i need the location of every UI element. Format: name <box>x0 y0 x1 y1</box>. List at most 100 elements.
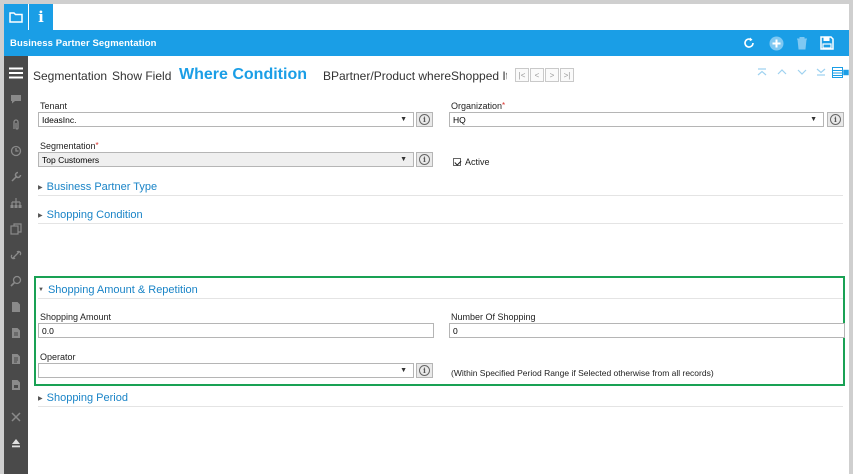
section-shopping-condition[interactable]: ▶ Shopping Condition <box>38 209 143 221</box>
active-label: Active <box>465 157 490 167</box>
folder-icon <box>9 12 23 23</box>
sidebar-report[interactable] <box>4 294 28 320</box>
history-icon <box>10 145 22 157</box>
chat-icon <box>11 95 21 104</box>
window-title: Business Partner Segmentation <box>10 38 157 49</box>
sidebar-link[interactable] <box>4 242 28 268</box>
previous-record-icon[interactable] <box>775 65 789 79</box>
caret-right-icon: ▶ <box>38 184 43 191</box>
app-frame: i Business Partner Segmentation Segmenta… <box>0 0 853 474</box>
archive-icon <box>12 380 20 390</box>
info-icon: i <box>419 365 430 376</box>
operator-info-button[interactable]: i <box>416 363 433 378</box>
required-mark: * <box>95 141 99 150</box>
tab-segmentation[interactable]: Segmentation <box>33 69 107 83</box>
sidebar-menu-button[interactable] <box>4 60 28 86</box>
caret-right-icon: ▶ <box>38 212 43 219</box>
info-icon: i <box>38 8 44 26</box>
sidebar-archive[interactable] <box>4 372 28 398</box>
add-icon[interactable] <box>768 35 784 51</box>
caret-down-icon: ▼ <box>38 287 44 294</box>
sidebar-attachment[interactable] <box>4 112 28 138</box>
shopping-amount-value: 0.0 <box>42 326 54 336</box>
next-record-icon[interactable] <box>795 65 809 79</box>
delete-icon[interactable] <box>794 35 810 51</box>
organization-label: Organization* <box>451 101 506 111</box>
info-icon: i <box>419 154 430 165</box>
info-tab[interactable]: i <box>29 4 53 30</box>
divider <box>38 195 843 196</box>
menu-icon <box>9 67 23 79</box>
sidebar-tree[interactable] <box>4 190 28 216</box>
shopping-amount-label: Shopping Amount <box>40 312 112 322</box>
number-of-shopping-value: 0 <box>453 326 458 336</box>
undo-icon[interactable] <box>741 35 757 51</box>
active-checkbox[interactable]: Active <box>453 157 490 167</box>
divider <box>38 298 843 299</box>
copy-icon <box>10 223 22 235</box>
chevron-down-icon: ▼ <box>810 116 817 123</box>
chevron-down-icon: ▼ <box>400 116 407 123</box>
tab-show-field[interactable]: Show Field <box>112 69 171 83</box>
pager-first-button[interactable]: |< <box>515 68 529 82</box>
operator-label: Operator <box>40 352 76 362</box>
number-of-shopping-label: Number Of Shopping <box>451 312 536 322</box>
pager-last-button[interactable]: >| <box>560 68 574 82</box>
sidebar-zoom[interactable] <box>4 268 28 294</box>
section-business-partner-type[interactable]: ▶ Business Partner Type <box>38 181 157 193</box>
pager-prev-button[interactable]: < <box>530 68 544 82</box>
main-panel: Segmentation Show Field Where Condition … <box>28 56 849 474</box>
window-title-bar: Business Partner Segmentation <box>4 30 849 56</box>
divider <box>38 223 843 224</box>
wrench-icon <box>11 171 22 182</box>
chevron-down-icon: ▼ <box>400 367 407 374</box>
section-shopping-period[interactable]: ▶ Shopping Period <box>38 392 128 404</box>
print-icon <box>12 354 20 364</box>
form-view-icon[interactable] <box>843 65 849 79</box>
first-record-icon[interactable] <box>755 65 769 79</box>
organization-info-button[interactable]: i <box>827 112 844 127</box>
sidebar <box>4 56 28 474</box>
tenant-value: IdeasInc. <box>42 115 77 125</box>
checkbox-checked-icon <box>453 158 461 166</box>
segmentation-label: Segmentation* <box>40 141 99 151</box>
section-shopping-amount-repetition[interactable]: ▼ Shopping Amount & Repetition <box>38 284 198 296</box>
organization-select[interactable]: HQ ▼ <box>449 112 824 127</box>
tenant-info-button[interactable]: i <box>416 112 433 127</box>
grid-view-icon[interactable] <box>830 65 844 79</box>
last-record-icon[interactable] <box>814 65 828 79</box>
sidebar-close[interactable] <box>4 404 28 430</box>
segmentation-select[interactable]: Top Customers ▼ <box>38 152 414 167</box>
document-icon <box>12 328 20 338</box>
folder-tab[interactable] <box>4 4 28 30</box>
caret-right-icon: ▶ <box>38 395 43 402</box>
link-icon <box>10 250 22 260</box>
tab-pager: |< < > >| <box>515 68 575 82</box>
report-icon <box>12 302 20 312</box>
close-icon <box>11 412 21 422</box>
tenant-select[interactable]: IdeasInc. ▼ <box>38 112 414 127</box>
sidebar-print[interactable] <box>4 346 28 372</box>
sidebar-eject[interactable] <box>4 430 28 456</box>
segmentation-value: Top Customers <box>42 155 100 165</box>
sidebar-wrench[interactable] <box>4 164 28 190</box>
operator-select[interactable]: ▼ <box>38 363 414 378</box>
pager-next-button[interactable]: > <box>545 68 559 82</box>
sidebar-chat[interactable] <box>4 86 28 112</box>
info-icon: i <box>830 114 841 125</box>
tab-where-condition[interactable]: Where Condition <box>179 66 307 84</box>
sidebar-copy[interactable] <box>4 216 28 242</box>
sidebar-history[interactable] <box>4 138 28 164</box>
top-tab-bar: i <box>4 4 849 30</box>
info-icon: i <box>419 114 430 125</box>
chevron-down-icon: ▼ <box>400 156 407 163</box>
segmentation-info-button[interactable]: i <box>416 152 433 167</box>
tab-bpartner-product-where[interactable]: BPartner/Product where <box>323 69 451 83</box>
sidebar-document[interactable] <box>4 320 28 346</box>
tab-shopped-items[interactable]: Shopped Ite <box>451 69 507 83</box>
required-mark: * <box>502 101 506 110</box>
save-icon[interactable] <box>819 35 835 51</box>
shopping-amount-input[interactable]: 0.0 <box>38 323 434 338</box>
tab-bar: Segmentation Show Field Where Condition … <box>28 56 849 92</box>
number-of-shopping-input[interactable]: 0 <box>449 323 845 338</box>
